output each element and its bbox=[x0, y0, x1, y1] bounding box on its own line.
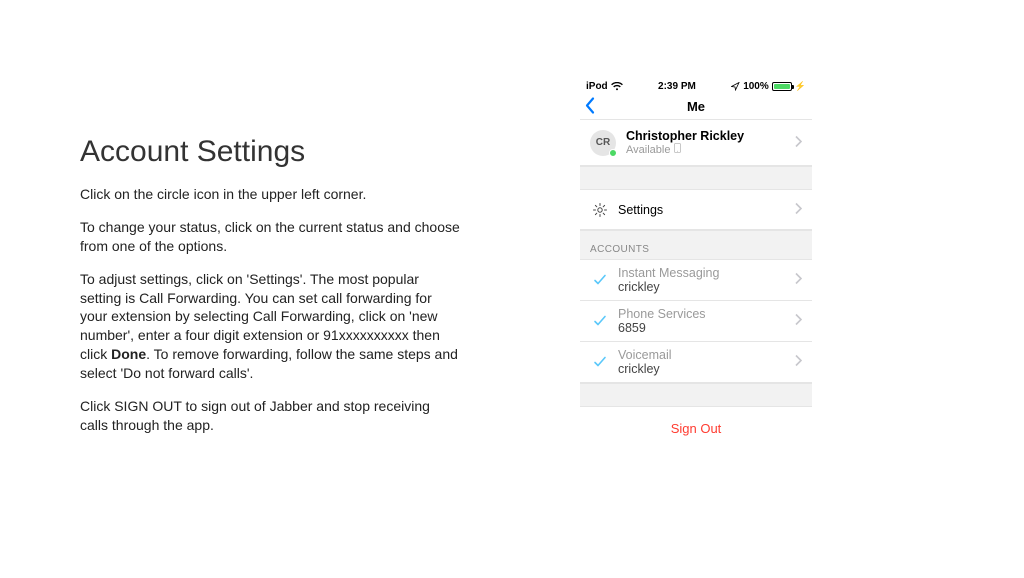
wifi-icon bbox=[611, 82, 623, 91]
profile-row[interactable]: CR Christopher Rickley Available bbox=[580, 120, 812, 166]
nav-title: Me bbox=[687, 99, 705, 114]
presence-dot-icon bbox=[609, 149, 617, 157]
avatar-initials: CR bbox=[596, 137, 610, 148]
account-row-im[interactable]: Instant Messaging crickley bbox=[580, 260, 812, 301]
section-gap bbox=[580, 383, 812, 407]
section-gap bbox=[580, 166, 812, 190]
charging-icon: ⚡ bbox=[795, 81, 806, 92]
settings-row[interactable]: Settings bbox=[580, 190, 812, 230]
device-indicator-icon bbox=[674, 143, 681, 156]
chevron-right-icon bbox=[794, 135, 802, 150]
accounts-section-header: ACCOUNTS bbox=[580, 230, 812, 260]
doc-paragraph-3: To adjust settings, click on 'Settings'.… bbox=[80, 270, 460, 383]
account-sub: crickley bbox=[618, 280, 719, 294]
back-button[interactable] bbox=[584, 96, 596, 117]
account-row-voicemail[interactable]: Voicemail crickley bbox=[580, 342, 812, 383]
account-row-phone[interactable]: Phone Services 6859 bbox=[580, 301, 812, 342]
account-title: Phone Services bbox=[618, 307, 706, 321]
device-label: iPod bbox=[586, 81, 608, 92]
status-bar-left: iPod bbox=[586, 81, 623, 92]
account-title: Instant Messaging bbox=[618, 266, 719, 280]
doc-paragraph-1: Click on the circle icon in the upper le… bbox=[80, 185, 460, 204]
phone-screenshot: iPod 2:39 PM 100% ⚡ Me CR Christopher Ri… bbox=[580, 78, 812, 578]
checkmark-icon bbox=[590, 354, 610, 370]
location-icon bbox=[731, 82, 740, 91]
battery-icon bbox=[772, 82, 792, 91]
status-bar: iPod 2:39 PM 100% ⚡ bbox=[580, 78, 812, 94]
doc-paragraph-4: Click SIGN OUT to sign out of Jabber and… bbox=[80, 397, 460, 435]
profile-status-text: Available bbox=[626, 144, 670, 156]
profile-status: Available bbox=[626, 143, 744, 156]
profile-name: Christopher Rickley bbox=[626, 129, 744, 143]
checkmark-icon bbox=[590, 313, 610, 329]
battery-percent: 100% bbox=[743, 81, 769, 92]
account-sub: crickley bbox=[618, 362, 672, 376]
sign-out-button[interactable]: Sign Out bbox=[580, 407, 812, 449]
status-bar-right: 100% ⚡ bbox=[731, 81, 806, 92]
chevron-right-icon bbox=[794, 202, 802, 217]
chevron-right-icon bbox=[794, 355, 802, 370]
doc-paragraph-2: To change your status, click on the curr… bbox=[80, 218, 460, 256]
status-bar-time: 2:39 PM bbox=[658, 81, 696, 92]
gear-icon bbox=[590, 202, 610, 218]
doc-panel: Account Settings Click on the circle ico… bbox=[80, 135, 460, 449]
avatar: CR bbox=[590, 130, 616, 156]
account-sub: 6859 bbox=[618, 321, 706, 335]
chevron-right-icon bbox=[794, 314, 802, 329]
doc-p3-bold: Done bbox=[111, 346, 146, 362]
settings-label: Settings bbox=[618, 203, 663, 217]
chevron-right-icon bbox=[794, 273, 802, 288]
nav-bar: Me bbox=[580, 94, 812, 120]
account-title: Voicemail bbox=[618, 348, 672, 362]
doc-title: Account Settings bbox=[80, 135, 460, 169]
sign-out-label: Sign Out bbox=[671, 421, 722, 436]
accounts-header-text: ACCOUNTS bbox=[590, 244, 649, 255]
checkmark-icon bbox=[590, 272, 610, 288]
